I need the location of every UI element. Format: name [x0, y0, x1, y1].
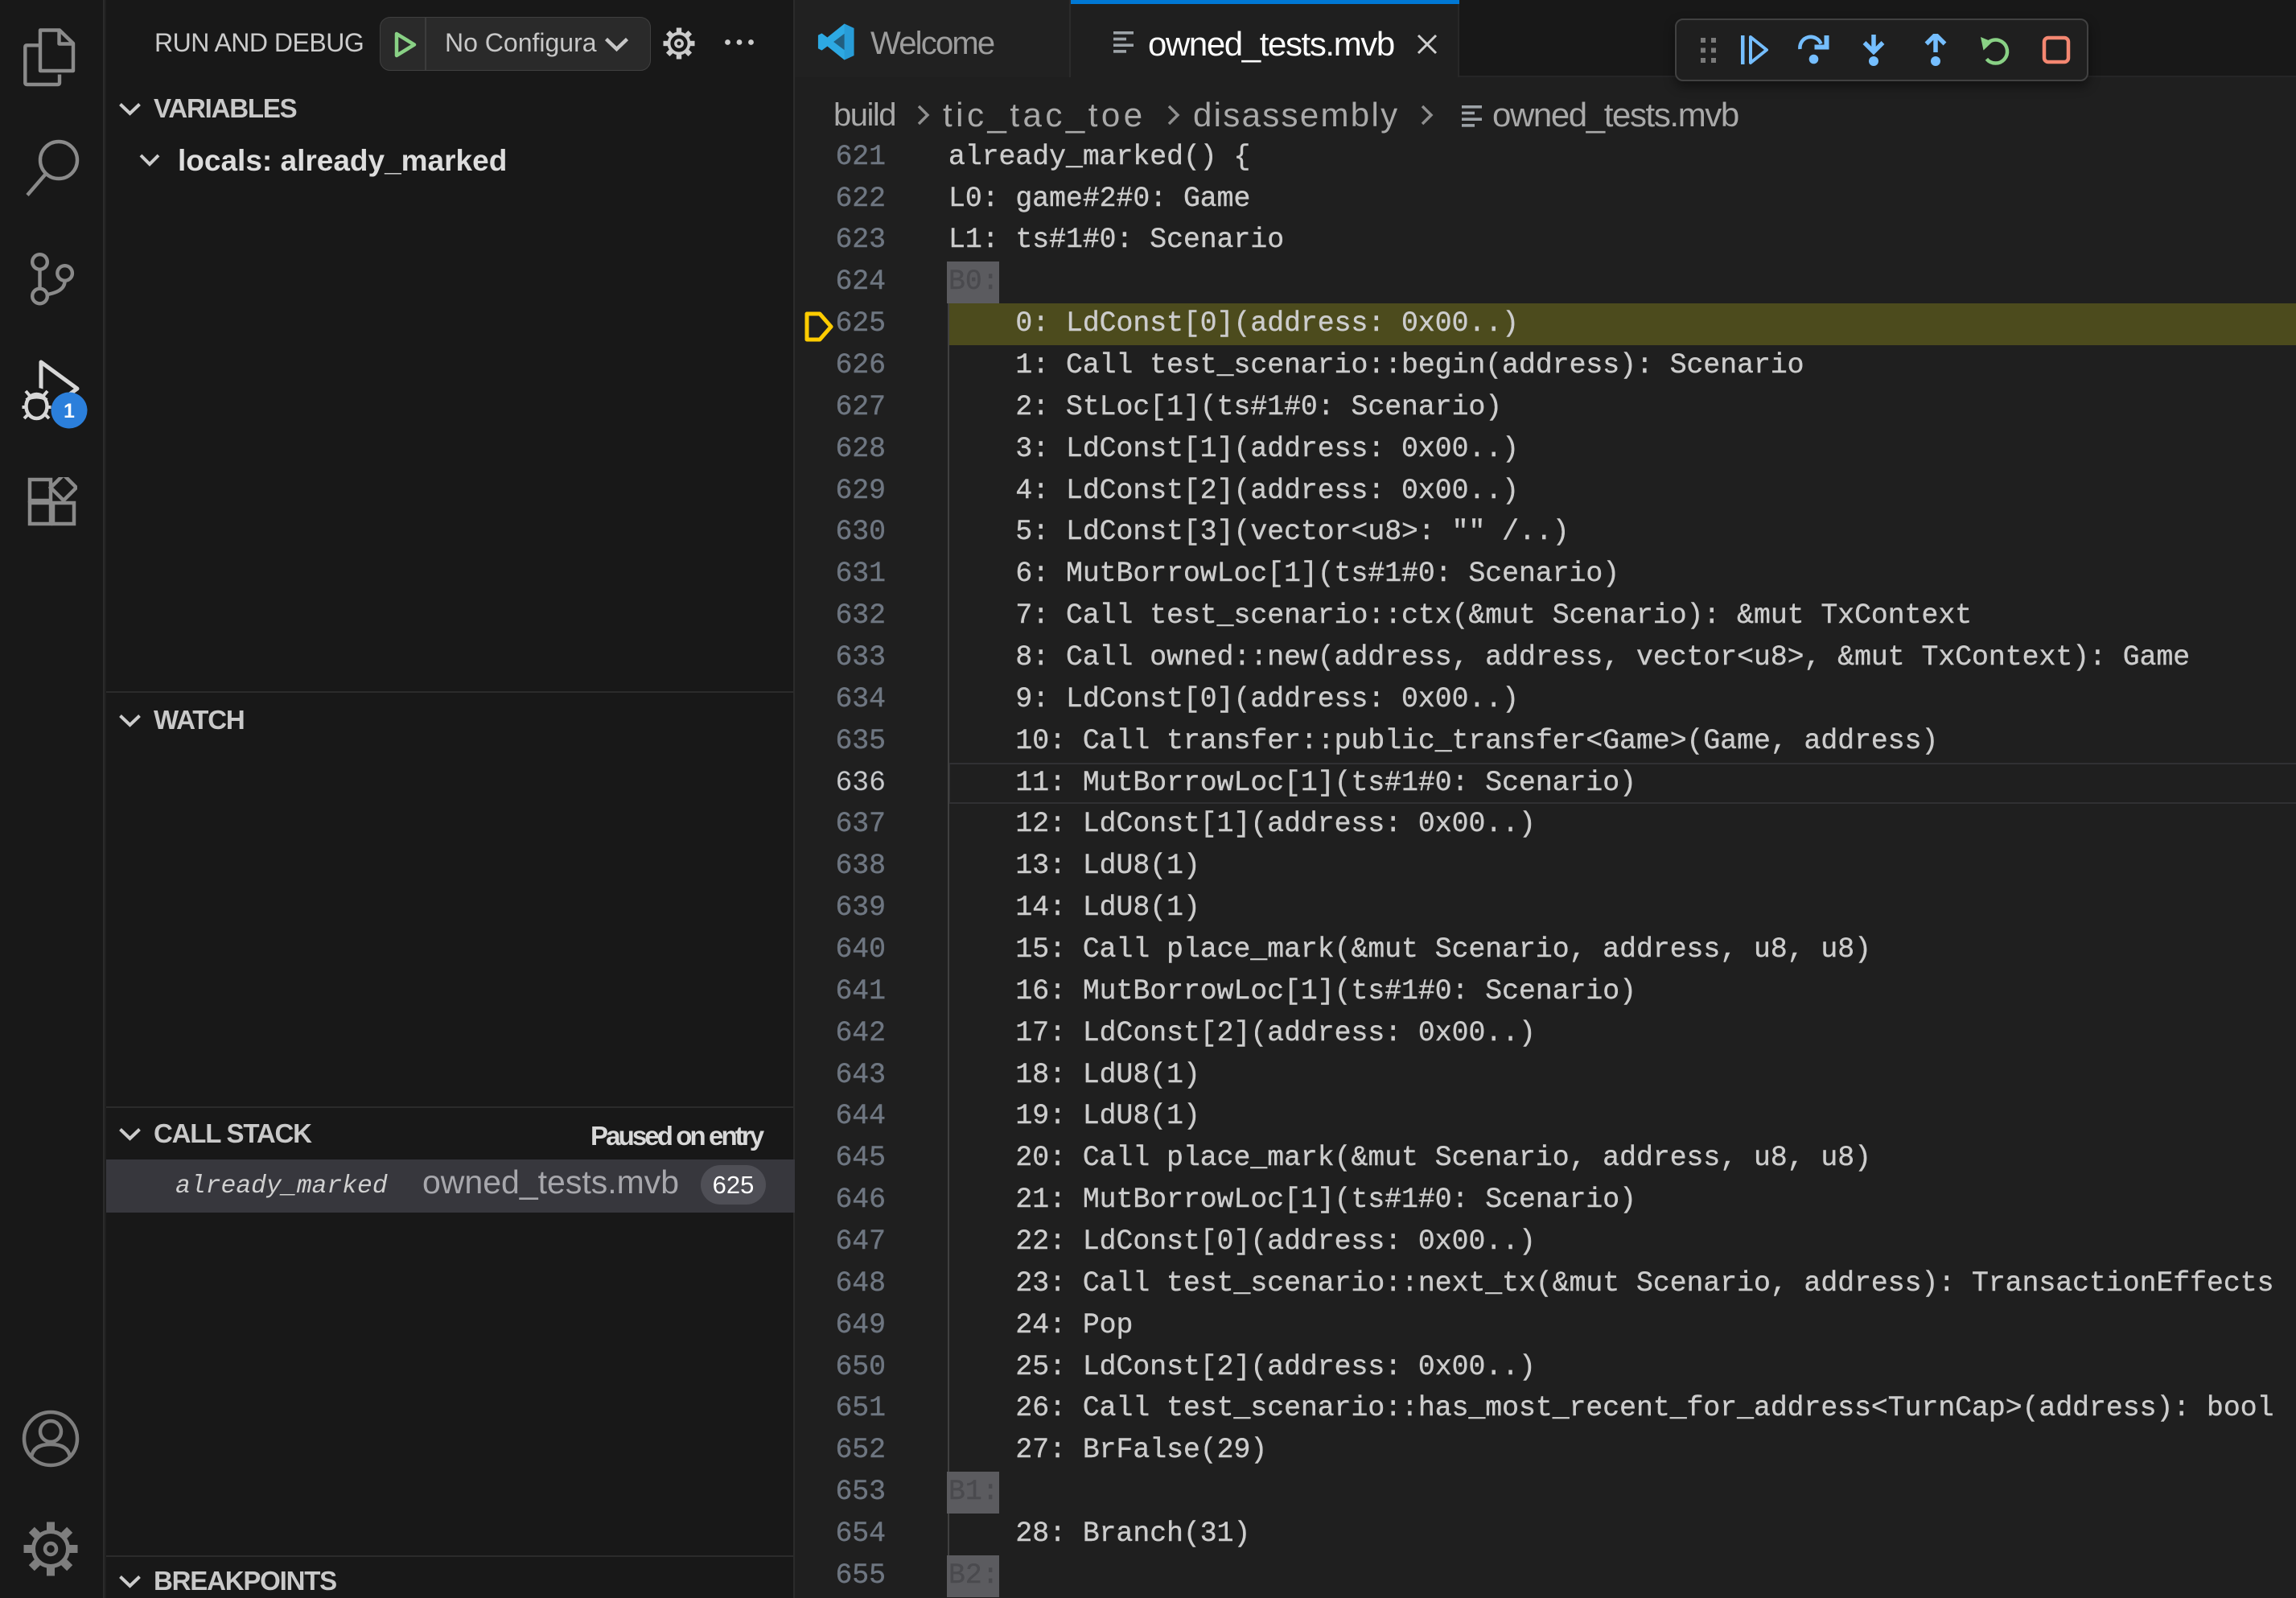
- svg-text:1: 1: [64, 400, 75, 422]
